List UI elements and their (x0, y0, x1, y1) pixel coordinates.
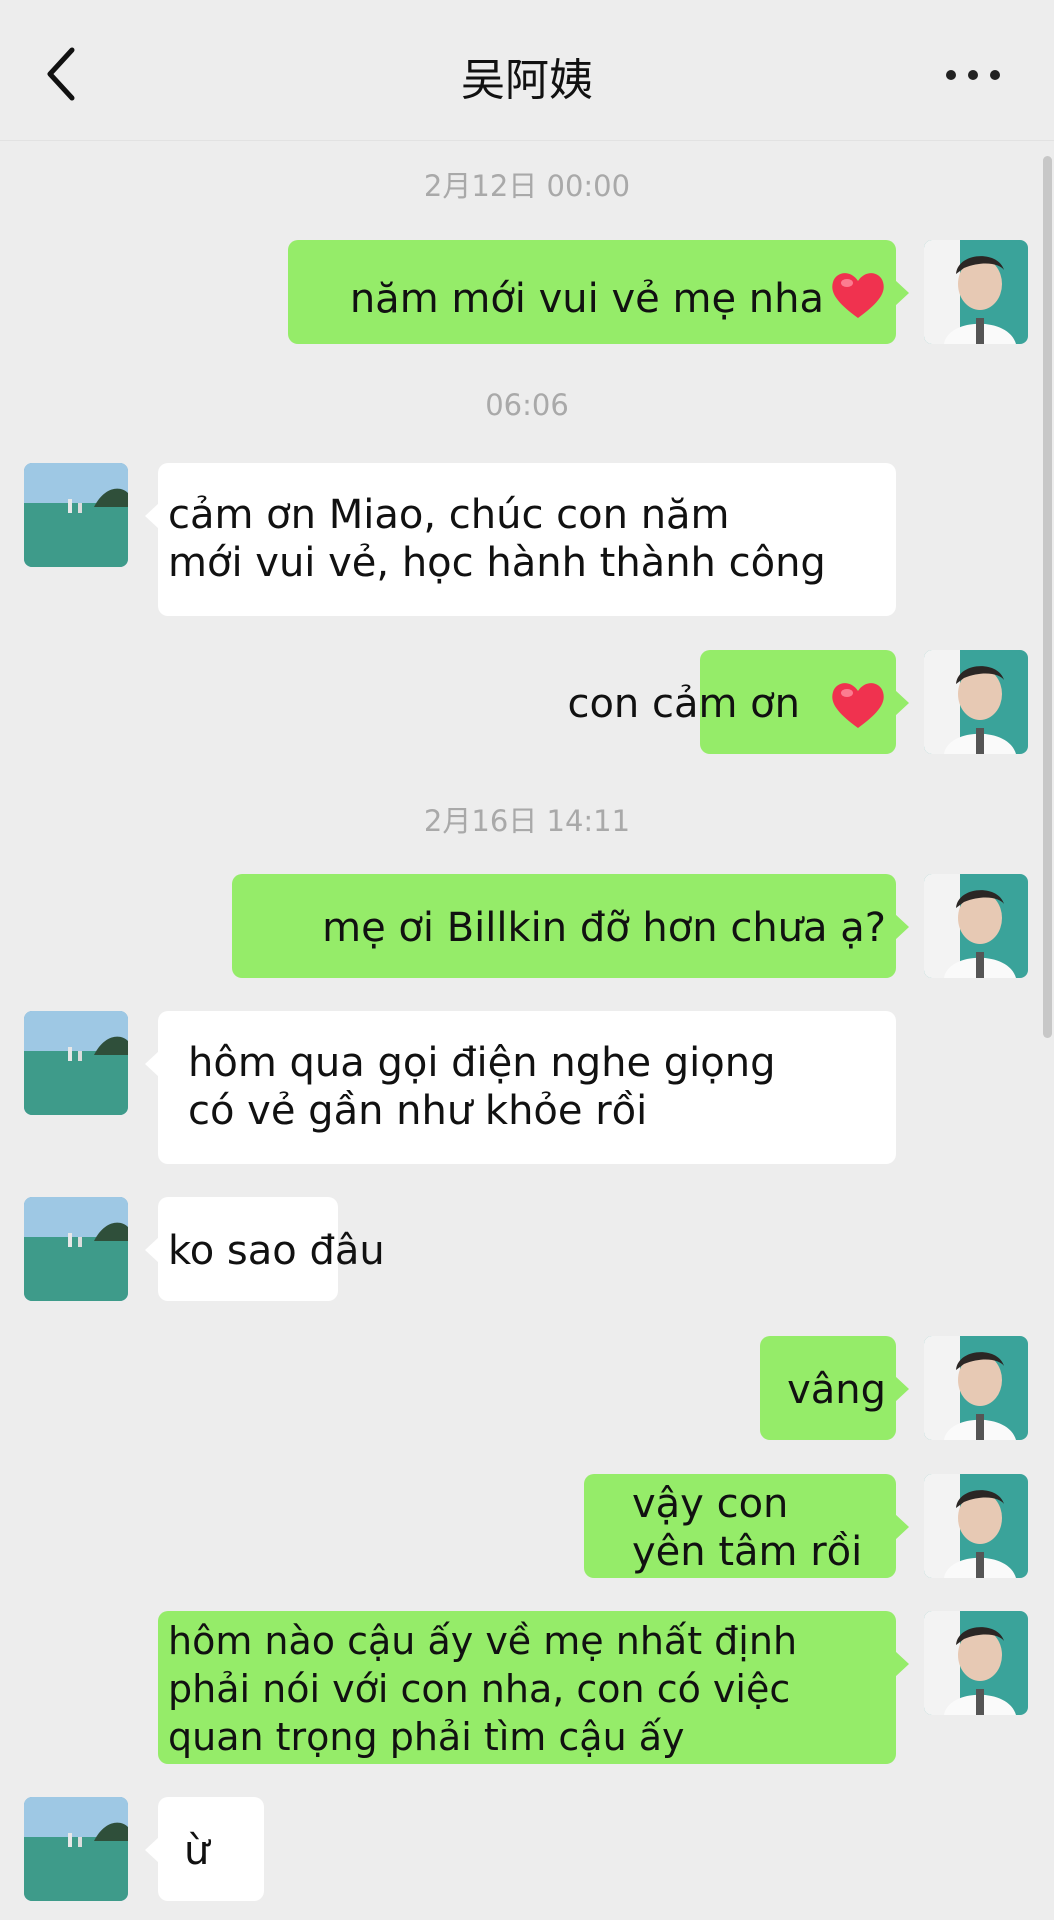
my-avatar[interactable] (924, 1474, 1028, 1578)
message-text: cảm ơn Miao, chúc con năm mới vui vẻ, họ… (168, 492, 826, 586)
message-text: ko sao đâu (168, 1228, 385, 1274)
my-avatar[interactable] (924, 1336, 1028, 1440)
my-avatar[interactable] (924, 240, 1028, 344)
timestamp: 06:06 (485, 388, 569, 422)
my-avatar[interactable] (924, 874, 1028, 978)
contact-avatar[interactable] (24, 1197, 128, 1301)
more-options-button[interactable] (946, 66, 1002, 82)
scrollbar[interactable] (1043, 156, 1052, 1038)
message-text: hôm qua gọi điện nghe giọng có vẻ gần nh… (188, 1040, 776, 1134)
message-text: vâng (787, 1367, 886, 1413)
chat-header: 吴阿姨 (0, 0, 1054, 141)
message-text: mẹ ơi Billkin đỡ hơn chưa ạ? (322, 905, 886, 951)
message-bubble-received[interactable]: ko sao đâu (145, 1197, 385, 1301)
message-text: năm mới vui vẻ mẹ nha (349, 276, 824, 322)
message-bubble-received[interactable]: hôm qua gọi điện nghe giọng có vẻ gần nh… (145, 1011, 896, 1164)
chat-title: 吴阿姨 (461, 55, 593, 106)
my-avatar[interactable] (924, 650, 1028, 754)
timestamp: 2月16日 14:11 (423, 804, 631, 838)
message-text: ừ (184, 1828, 210, 1874)
contact-avatar[interactable] (24, 1797, 128, 1901)
message-text: con cảm ơn (567, 681, 800, 727)
timestamp: 2月12日 00:00 (423, 169, 631, 203)
contact-avatar[interactable] (24, 1011, 128, 1115)
message-bubble-sent[interactable]: năm mới vui vẻ mẹ nha (288, 240, 909, 344)
heart-icon (830, 270, 886, 320)
message-bubble-sent[interactable]: hôm nào cậu ấy về mẹ nhất định phải nói … (158, 1611, 909, 1764)
message-bubble-received[interactable]: cảm ơn Miao, chúc con năm mới vui vẻ, họ… (145, 463, 896, 616)
message-bubble-sent[interactable]: vâng (760, 1336, 909, 1440)
contact-avatar[interactable] (24, 463, 128, 567)
message-bubble-sent[interactable]: mẹ ơi Billkin đỡ hơn chưa ạ? (232, 874, 909, 978)
my-avatar[interactable] (924, 1611, 1028, 1715)
message-bubble-received[interactable]: ừ (145, 1797, 264, 1901)
message-text: vậy con yên tâm rồi (632, 1481, 863, 1575)
message-text: hôm nào cậu ấy về mẹ nhất định phải nói … (168, 1619, 798, 1759)
heart-icon (830, 680, 886, 730)
more-dots-icon (946, 70, 956, 80)
message-bubble-sent[interactable]: vậy con yên tâm rồi (584, 1474, 909, 1578)
